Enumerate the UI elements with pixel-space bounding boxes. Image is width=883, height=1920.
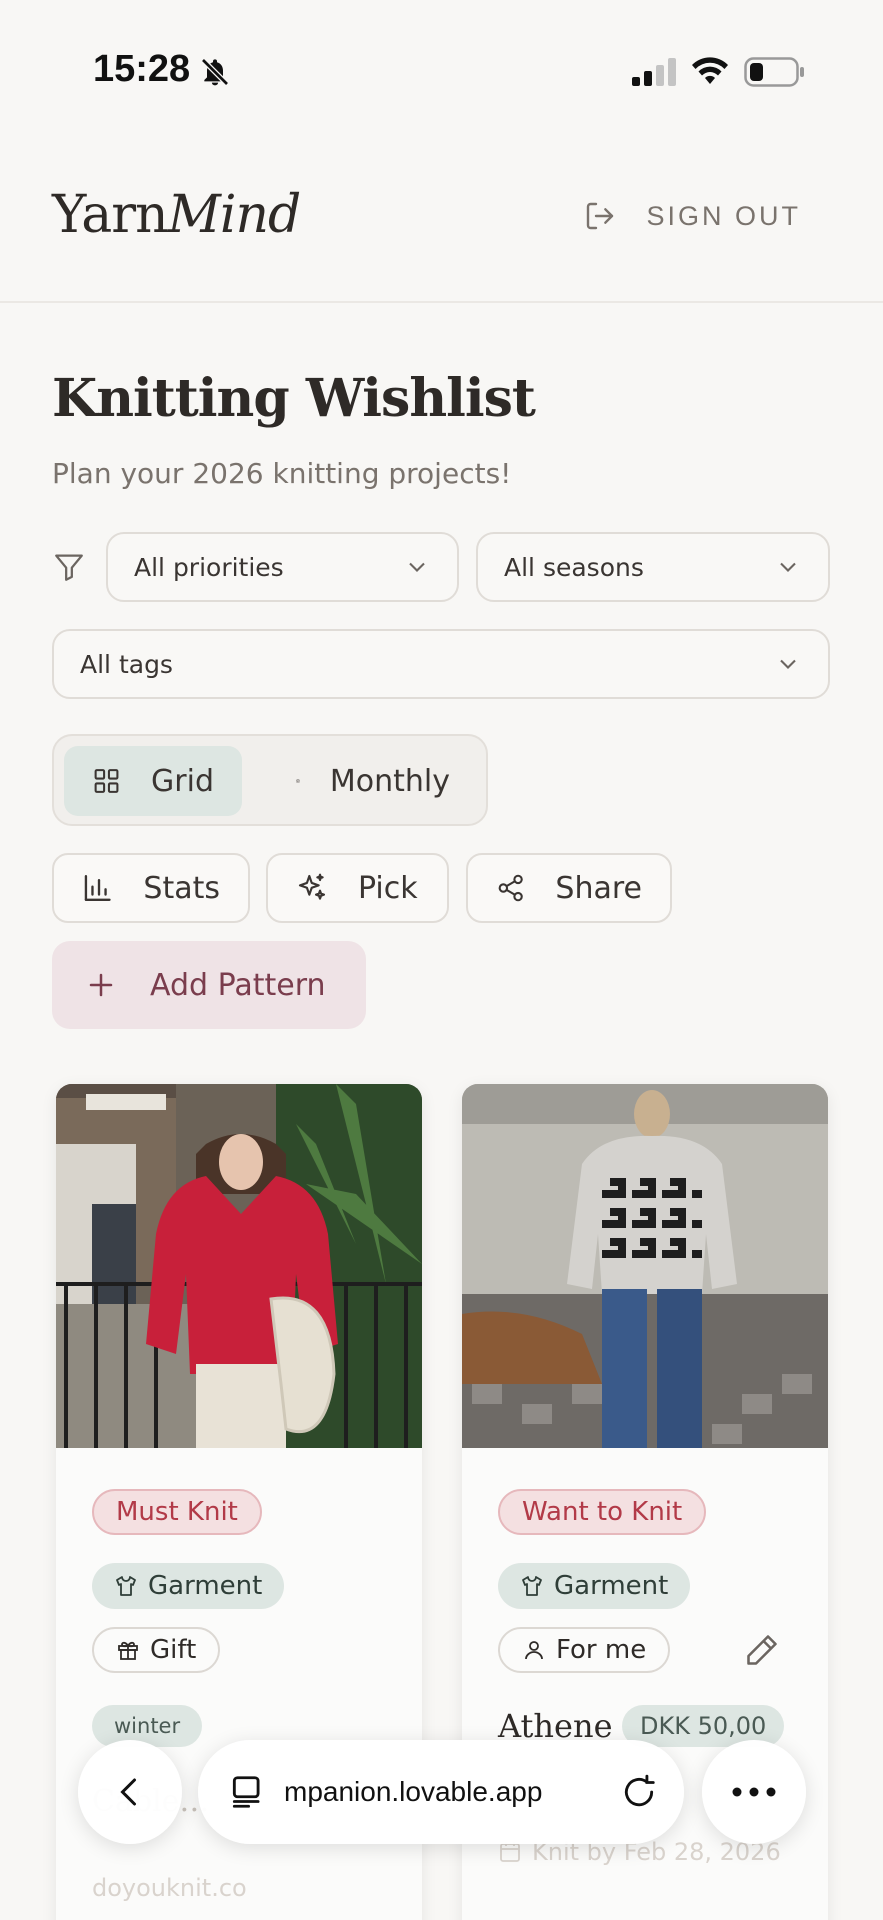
chevron-left-icon xyxy=(120,1778,136,1806)
view-toggle: Grid Monthly xyxy=(52,734,488,826)
shirt-icon xyxy=(522,1576,542,1596)
priority-badge: Must Knit xyxy=(92,1489,262,1535)
category-label: Garment xyxy=(148,1571,263,1601)
tag-label: For me xyxy=(556,1635,647,1665)
tag-badge: For me xyxy=(498,1627,671,1673)
monthly-view-label: Monthly xyxy=(329,763,450,799)
status-bar: 15:28 xyxy=(0,0,883,130)
priority-filter-value: All priorities xyxy=(134,552,284,582)
browser-toolbar: mpanion.lovable.app xyxy=(0,1740,883,1850)
add-pattern-label: Add Pattern xyxy=(150,967,326,1003)
shirt-icon xyxy=(116,1576,136,1596)
pattern-image-greek-key-sweater[interactable] xyxy=(462,1084,828,1448)
season-filter-value: All seasons xyxy=(504,552,644,582)
bar-chart-icon xyxy=(84,875,111,901)
more-button[interactable] xyxy=(702,1740,806,1844)
tags-filter-select[interactable]: All tags xyxy=(52,629,830,699)
sign-out-button[interactable]: SIGN OUT xyxy=(584,200,801,232)
tag-badge: Gift xyxy=(92,1627,221,1673)
grid-view-label: Grid xyxy=(151,763,214,799)
sign-out-icon xyxy=(587,202,614,230)
app-logo[interactable]: YarnMind xyxy=(52,185,302,245)
priority-filter-select[interactable]: All priorities xyxy=(106,532,459,602)
card-source[interactable]: doyouknit.co xyxy=(92,1874,247,1902)
add-pattern-button[interactable]: Add Pattern xyxy=(52,941,366,1029)
pick-button[interactable]: Pick xyxy=(266,853,449,923)
url-text: mpanion.lovable.app xyxy=(284,1776,543,1807)
page-subtitle: Plan your 2026 knitting projects! xyxy=(52,457,512,490)
logo-text-yarn: Yarn xyxy=(52,185,169,245)
status-time: 15:28 xyxy=(93,48,191,90)
category-label: Garment xyxy=(554,1571,669,1601)
priority-label: Must Knit xyxy=(116,1497,238,1527)
season-label: winter xyxy=(114,1714,181,1738)
pick-label: Pick xyxy=(358,870,418,906)
chevron-down-icon xyxy=(409,562,425,572)
address-bar[interactable]: mpanion.lovable.app xyxy=(198,1740,684,1844)
signal-icon xyxy=(632,58,676,86)
user-icon xyxy=(525,1641,543,1660)
priority-label: Want to Knit xyxy=(522,1497,683,1527)
app-header: YarnMind SIGN OUT xyxy=(0,130,883,303)
share-icon xyxy=(498,874,523,902)
wifi-icon xyxy=(692,57,728,84)
more-icon xyxy=(732,1787,776,1797)
pattern-image-red-sweater[interactable] xyxy=(56,1084,422,1448)
page-title: Knitting Wishlist xyxy=(52,368,536,429)
season-filter-select[interactable]: All seasons xyxy=(476,532,830,602)
filter-icon xyxy=(55,554,83,581)
category-badge: Garment xyxy=(498,1563,691,1609)
reload-icon[interactable] xyxy=(620,1773,658,1811)
stats-button[interactable]: Stats xyxy=(52,853,250,923)
priority-badge: Want to Knit xyxy=(498,1489,707,1535)
grid-icon xyxy=(94,769,119,793)
chevron-down-icon xyxy=(780,659,796,669)
calendar-icon xyxy=(296,779,300,783)
sparkles-icon xyxy=(298,873,326,900)
stats-label: Stats xyxy=(143,870,220,906)
back-button[interactable] xyxy=(78,1740,182,1844)
price-label: DKK 50,00 xyxy=(640,1712,767,1740)
category-badge: Garment xyxy=(92,1563,285,1609)
sign-out-label: SIGN OUT xyxy=(646,200,801,231)
plus-icon xyxy=(89,973,113,997)
logo-text-mind: Mind xyxy=(167,185,302,245)
monthly-view-button[interactable]: Monthly xyxy=(268,746,478,816)
pencil-icon[interactable] xyxy=(744,1632,780,1668)
tabs-icon[interactable] xyxy=(228,1773,266,1811)
grid-view-button[interactable]: Grid xyxy=(64,746,242,816)
chevron-down-icon xyxy=(780,562,796,572)
bell-off-icon xyxy=(201,58,229,86)
tag-label: Gift xyxy=(150,1635,197,1665)
gift-icon xyxy=(118,1641,138,1660)
share-label: Share xyxy=(555,870,642,906)
tags-filter-value: All tags xyxy=(80,649,173,679)
battery-icon xyxy=(744,57,804,87)
share-button[interactable]: Share xyxy=(466,853,672,923)
